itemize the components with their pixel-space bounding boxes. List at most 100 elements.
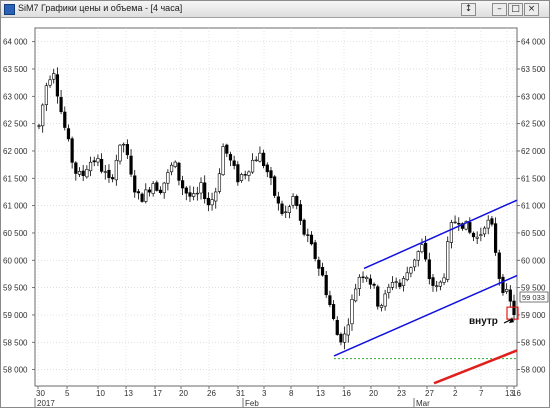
x-tick-label: 30: [36, 389, 45, 398]
x-tick-label: 13: [316, 389, 325, 398]
candle-body: [328, 295, 332, 305]
candle-body: [48, 79, 52, 86]
candle-body: [66, 128, 71, 140]
candle-body: [479, 234, 483, 236]
y-tick-label: 60 500: [3, 229, 28, 238]
candle-body: [313, 242, 317, 259]
candle-body: [55, 74, 60, 97]
candle-body: [368, 278, 372, 285]
candle-body: [59, 97, 63, 113]
candle-body: [52, 73, 56, 80]
x-tick-label: 7: [479, 389, 484, 398]
candle-body: [81, 170, 85, 176]
y-tick-label: 59 000: [521, 311, 546, 320]
x-tick-label: 27: [425, 389, 434, 398]
candle-body: [350, 299, 354, 325]
candle-body: [166, 172, 170, 184]
y-tick-label: 64 000: [3, 38, 28, 47]
candle-body: [192, 193, 196, 197]
y-tick-label: 60 000: [3, 256, 28, 265]
y-tick-label: 58 000: [521, 366, 546, 375]
candle-body: [107, 169, 111, 178]
y-tick-label: 62 500: [521, 120, 546, 129]
candle-body: [247, 171, 251, 176]
y-tick-label: 61 000: [3, 202, 28, 211]
candle-body: [44, 85, 48, 106]
candle-body: [96, 158, 100, 163]
x-tick-label: 16: [512, 389, 521, 398]
y-tick-label: 63 500: [3, 65, 28, 74]
candle-body: [41, 104, 45, 127]
candle-body: [302, 219, 306, 235]
time-axis: 30 5 10 13 17 20 26 31 3 8 13 16 20 23 27 2 7 13162017 Feb…: [34, 386, 521, 407]
candle-body: [162, 182, 166, 194]
y-tick-label: 64 000: [521, 38, 546, 47]
candle-body: [63, 111, 67, 128]
candle-body: [331, 304, 336, 319]
candle-body: [232, 160, 236, 166]
candle-body: [225, 144, 229, 154]
candle-body: [306, 234, 310, 236]
y-tick-label: 61 500: [521, 174, 546, 183]
plot-frame: [34, 27, 518, 387]
candle-body: [85, 168, 89, 178]
candle-body: [214, 191, 218, 202]
candle-body: [151, 183, 155, 194]
title-bar: SiM7 Графики цены и объема - [4 часа] ↕ …: [1, 1, 549, 18]
y-tick-label: 59 000: [3, 311, 28, 320]
candle-body: [387, 286, 391, 293]
x-tick-label: 23: [397, 389, 406, 398]
candle-body: [372, 283, 376, 286]
y-tick-label: 61 000: [521, 202, 546, 211]
x-tick-label: 10: [96, 389, 105, 398]
candle-body: [103, 171, 107, 173]
candle-body: [181, 180, 185, 189]
candle-body: [287, 206, 291, 213]
period-label: Mar: [416, 399, 430, 407]
candle-body: [320, 267, 325, 276]
candle-body: [394, 281, 398, 283]
candle-body: [493, 223, 498, 253]
candle-body: [343, 333, 347, 343]
y-tick-label: 62 000: [521, 147, 546, 156]
y-tick-label: 58 500: [521, 338, 546, 347]
candle-body: [295, 196, 299, 206]
app-icon: [4, 4, 15, 15]
y-tick-label: 58 000: [3, 366, 28, 375]
minimize-button[interactable]: –: [492, 3, 507, 16]
x-tick-label: 2: [453, 389, 458, 398]
candle-body: [136, 191, 141, 194]
candle-body: [88, 161, 93, 172]
candle-body: [99, 158, 104, 172]
maximize-button[interactable]: □: [508, 3, 523, 16]
candle-body: [262, 152, 266, 166]
candle-body: [77, 171, 82, 175]
candle-body: [122, 143, 126, 146]
y-tick-label: 62 500: [3, 120, 28, 129]
candle-body: [427, 259, 431, 280]
close-button[interactable]: ×: [524, 3, 539, 16]
price-chart[interactable]: 58 000 58 500 59 000 59 500 60 000 60 500 61 0…: [1, 18, 549, 407]
candle-body: [398, 282, 402, 287]
candle-body: [446, 241, 450, 280]
candle-body: [309, 234, 314, 245]
candle-body: [482, 227, 487, 235]
candle-body: [339, 333, 343, 343]
candle-body: [280, 203, 284, 214]
candle-body: [501, 276, 505, 293]
candle-body: [376, 286, 380, 307]
y-tick-label: 63 500: [521, 65, 546, 74]
candle-body: [269, 170, 273, 179]
right-price-axis: 58 000 58 500 59 000 59 500 60 000 60 500 61 0…: [517, 38, 546, 375]
candle-body: [405, 272, 409, 281]
current-price-label: 59 033: [522, 293, 545, 302]
candle-body: [453, 221, 457, 224]
y-tick-label: 62 000: [3, 147, 28, 156]
scroll-button[interactable]: ↕: [461, 3, 476, 16]
period-label: 2017: [37, 399, 55, 407]
candle-body: [449, 222, 454, 243]
candle-body: [203, 182, 207, 200]
candle-body: [361, 276, 365, 279]
candle-body: [184, 187, 188, 194]
candle-body: [221, 146, 225, 176]
